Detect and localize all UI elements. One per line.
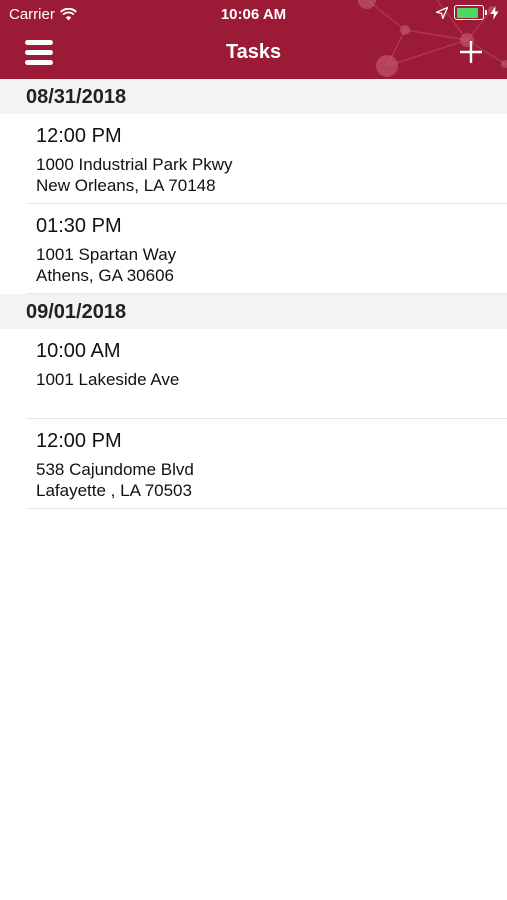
task-address-line1: 1001 Spartan Way: [36, 245, 177, 264]
battery-level-fill: [456, 7, 478, 18]
navigation-bar: Tasks: [0, 28, 507, 79]
plus-icon[interactable]: [459, 40, 483, 64]
status-bar: Carrier 10:06 AM: [0, 0, 507, 28]
task-list: 08/31/2018 12:00 PM 1000 Industrial Park…: [0, 79, 507, 509]
page-title: Tasks: [225, 41, 282, 63]
battery-icon: [454, 5, 487, 20]
section-header-date: 08/31/2018: [0, 79, 507, 114]
task-row[interactable]: 12:00 PM 1000 Industrial Park Pkwy New O…: [26, 114, 507, 204]
task-row[interactable]: 01:30 PM 1001 Spartan Way Athens, GA 306…: [26, 204, 507, 294]
task-address-line1: 1001 Lakeside Ave: [36, 370, 180, 389]
task-row[interactable]: 10:00 AM 1001 Lakeside Ave: [26, 329, 507, 419]
task-time: 12:00 PM: [36, 125, 122, 147]
status-icons: [436, 5, 499, 20]
task-address-line1: 538 Cajundome Blvd: [36, 460, 194, 479]
task-address-line2: New Orleans, LA 70148: [36, 176, 216, 195]
app-header: Carrier 10:06 AM Tasks: [0, 0, 507, 79]
task-time: 10:00 AM: [36, 340, 121, 362]
section-header-date: 09/01/2018: [0, 294, 507, 329]
task-address-line2: Athens, GA 30606: [36, 266, 174, 285]
task-time: 01:30 PM: [36, 215, 122, 237]
task-row[interactable]: 12:00 PM 538 Cajundome Blvd Lafayette , …: [26, 419, 507, 509]
task-time: 12:00 PM: [36, 430, 122, 452]
task-address-line2: Lafayette , LA 70503: [36, 481, 192, 500]
location-arrow-icon: [436, 6, 448, 19]
status-time: 10:06 AM: [220, 6, 287, 23]
charging-bolt-icon: [490, 5, 499, 20]
task-address-line1: 1000 Industrial Park Pkwy: [36, 155, 233, 174]
